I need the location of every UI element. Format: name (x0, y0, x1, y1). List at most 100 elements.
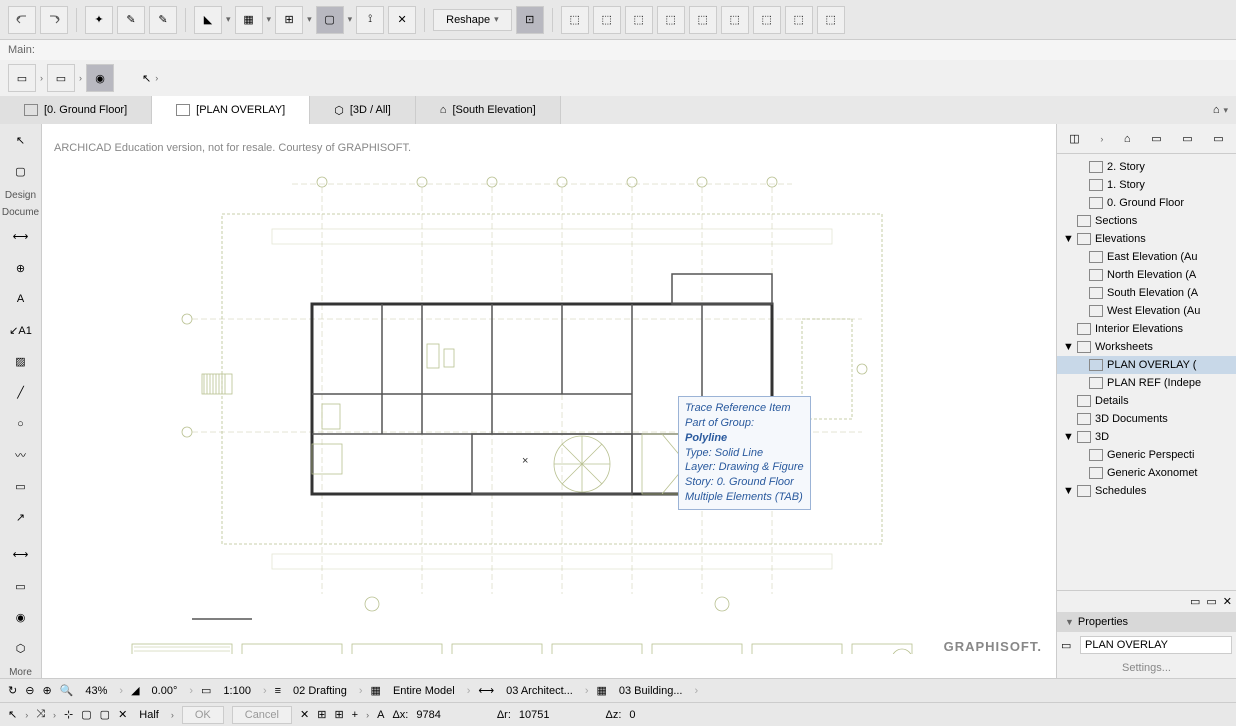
tree-item[interactable]: PLAN REF (Indepe (1057, 374, 1236, 392)
tree-item[interactable]: ▼Schedules (1057, 482, 1236, 500)
properties-header[interactable]: ▼ Properties (1057, 612, 1236, 632)
shape-tool-2[interactable]: ▦ (235, 6, 263, 34)
layer-value[interactable]: 02 Drafting (289, 685, 351, 697)
snap2-icon[interactable]: ⊹ (64, 708, 73, 721)
scale-value[interactable]: 1:100 (219, 685, 255, 697)
coord-icon-4[interactable]: + (352, 709, 358, 721)
close-icon[interactable]: ✕ (1223, 595, 1232, 608)
tool-x1[interactable]: ⟷ (6, 542, 36, 567)
tool-b[interactable]: ⬚ (593, 6, 621, 34)
model-value[interactable]: Entire Model (389, 685, 459, 697)
tree-item[interactable]: 3D Documents (1057, 410, 1236, 428)
coord-icon-3[interactable]: ⊞ (334, 708, 343, 721)
cancel-button[interactable]: Cancel (232, 706, 292, 724)
dim-icon[interactable]: ⟷ (478, 684, 494, 697)
zoom-fit-icon[interactable]: 🔍 (60, 684, 74, 697)
dim1-value[interactable]: 03 Architect... (502, 685, 577, 697)
tool-d[interactable]: ⬚ (657, 6, 685, 34)
scale-icon[interactable]: ▭ (201, 684, 211, 697)
tree-item[interactable]: PLAN OVERLAY ( (1057, 356, 1236, 374)
cross-tool[interactable]: ✕ (388, 6, 416, 34)
snap3-icon[interactable]: ▢ (81, 708, 91, 721)
tree-item[interactable]: South Elevation (A (1057, 284, 1236, 302)
snap-icon[interactable]: ⤨ (36, 708, 45, 721)
angle-icon[interactable]: ◢ (131, 684, 139, 697)
undo-button[interactable] (8, 6, 36, 34)
model-icon[interactable]: ▦ (371, 684, 381, 697)
marquee-tool[interactable]: ▢ (6, 159, 36, 184)
zoom-in-icon[interactable]: ⊕ (42, 684, 51, 697)
panel-icon-1[interactable]: ▭ (1190, 595, 1200, 608)
zoom-out-icon[interactable]: ⊖ (25, 684, 34, 697)
arrow-tool[interactable]: ↖ (6, 128, 36, 153)
tree-item[interactable]: Sections (1057, 212, 1236, 230)
redo-button[interactable] (40, 6, 68, 34)
property-name-input[interactable] (1080, 636, 1232, 654)
tree-item[interactable]: Generic Axonomet (1057, 464, 1236, 482)
half-label[interactable]: Half (135, 709, 163, 721)
tree-item[interactable]: 0. Ground Floor (1057, 194, 1236, 212)
tab-ground-floor[interactable]: [0. Ground Floor] (0, 96, 152, 124)
canvas[interactable]: ARCHICAD Education version, not for resa… (42, 124, 1056, 678)
tree-item[interactable]: Interior Elevations (1057, 320, 1236, 338)
tool-e[interactable]: ⬚ (689, 6, 717, 34)
ok-button[interactable]: OK (182, 706, 224, 724)
text-tool[interactable]: A (6, 287, 36, 312)
hatch-tool[interactable]: ▨ (6, 349, 36, 374)
navigator-tree[interactable]: 2. Story1. Story0. Ground FloorSections▼… (1057, 154, 1236, 590)
point-tool[interactable]: ↗ (6, 505, 36, 530)
reshape-button[interactable]: Reshape ▾ (433, 9, 512, 31)
wand-tool[interactable]: ✎ (149, 6, 177, 34)
coord-icon-1[interactable]: ✕ (300, 708, 309, 721)
sub-tool-1[interactable]: ▭ (8, 64, 36, 92)
tool-h[interactable]: ⬚ (785, 6, 813, 34)
dim-tool[interactable]: ⟷ (6, 224, 36, 249)
tree-item[interactable]: North Elevation (A (1057, 266, 1236, 284)
tool-x4[interactable]: ⬡ (6, 636, 36, 661)
tree-item[interactable]: Generic Perspecti (1057, 446, 1236, 464)
nav-icon-1[interactable]: ◫ (1069, 132, 1079, 145)
snap5-icon[interactable]: ✕ (118, 708, 127, 721)
zoom-value[interactable]: 43% (81, 685, 111, 697)
line-tool[interactable]: ╱ (6, 380, 36, 405)
nav-icon-3[interactable]: ▭ (1151, 132, 1161, 145)
coord-icon-2[interactable]: ⊞ (317, 708, 326, 721)
tab-dropdown[interactable]: ⌂ ▾ (1205, 96, 1236, 124)
tool-x3[interactable]: ◉ (6, 605, 36, 630)
rect-tool[interactable]: ▢ (316, 6, 344, 34)
grid-tool[interactable]: ⊞ (275, 6, 303, 34)
tab-plan-overlay[interactable]: [PLAN OVERLAY] (152, 96, 310, 124)
tree-item[interactable]: Details (1057, 392, 1236, 410)
angle-value[interactable]: 0.00° (148, 685, 182, 697)
tool-f[interactable]: ⬚ (721, 6, 749, 34)
layer-icon[interactable]: ≡ (275, 685, 281, 697)
tool-i[interactable]: ⬚ (817, 6, 845, 34)
tree-item[interactable]: East Elevation (Au (1057, 248, 1236, 266)
snap-tool[interactable]: ⊡ (516, 6, 544, 34)
tree-item[interactable]: ▼3D (1057, 428, 1236, 446)
tab-3d[interactable]: ⬡[3D / All] (310, 96, 416, 124)
nav-icon-2[interactable]: ⌂ (1124, 133, 1131, 145)
polyline-tool[interactable]: 〰 (6, 443, 36, 468)
label-tool[interactable]: ↙A1 (6, 318, 36, 343)
snap4-icon[interactable]: ▢ (100, 708, 110, 721)
settings-button[interactable]: Settings... (1057, 658, 1236, 678)
tree-item[interactable]: 2. Story (1057, 158, 1236, 176)
refresh-icon[interactable]: ↻ (8, 684, 17, 697)
tab-south-elevation[interactable]: ⌂[South Elevation] (416, 96, 561, 124)
tree-item[interactable]: ▼Elevations (1057, 230, 1236, 248)
bldg-icon[interactable]: ▦ (596, 684, 606, 697)
target-tool[interactable]: ⊕ (6, 256, 36, 281)
circle-tool[interactable]: ○ (6, 412, 36, 437)
sub-tool-3[interactable]: ◉ (86, 64, 114, 92)
cursor-icon[interactable]: ↖ (8, 708, 17, 721)
tree-item[interactable]: ▼Worksheets (1057, 338, 1236, 356)
nav-icon-4[interactable]: ▭ (1182, 132, 1192, 145)
ruler-tool[interactable]: ⟟ (356, 6, 384, 34)
tool-x2[interactable]: ▭ (6, 573, 36, 598)
tree-item[interactable]: 1. Story (1057, 176, 1236, 194)
tool-g[interactable]: ⬚ (753, 6, 781, 34)
drawing-tool[interactable]: ▭ (6, 474, 36, 499)
panel-icon-2[interactable]: ▭ (1206, 595, 1216, 608)
nav-icon-5[interactable]: ▭ (1213, 132, 1223, 145)
